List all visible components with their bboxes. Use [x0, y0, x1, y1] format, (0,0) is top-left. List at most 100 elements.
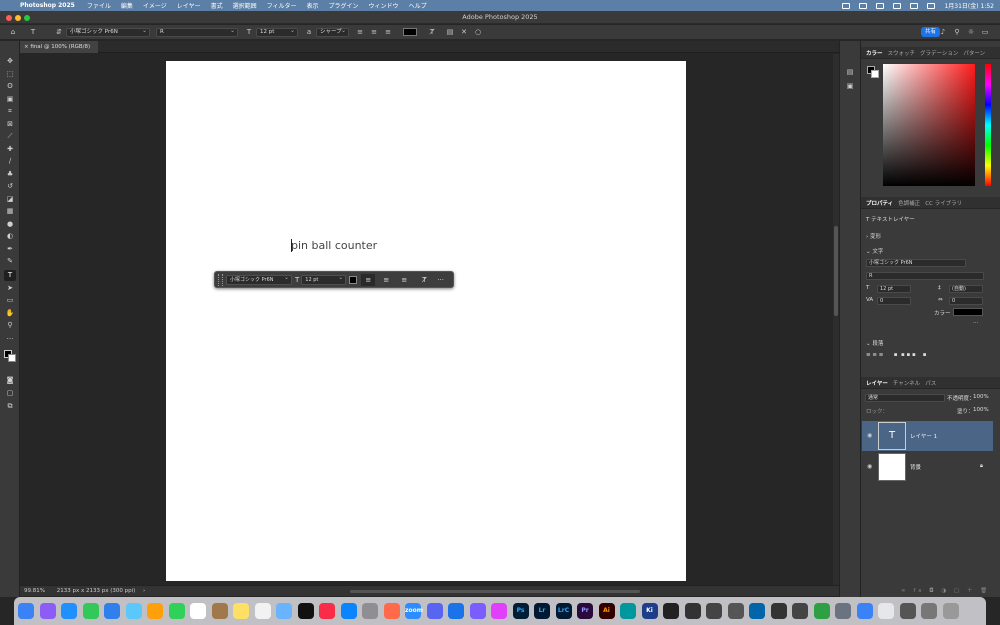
tab-properties[interactable]: プロパティ [866, 199, 893, 207]
terminal-icon[interactable] [663, 603, 679, 619]
notes-icon[interactable] [233, 603, 249, 619]
path-select-tool-icon[interactable]: ➤ [4, 283, 16, 294]
drag-handle[interactable] [218, 273, 223, 286]
quick-mask-icon[interactable]: ◙ [4, 375, 16, 386]
more-tools-icon[interactable]: ··· [4, 334, 16, 345]
brush-tool-icon[interactable]: ∕ [4, 156, 16, 167]
illustrator-icon[interactable]: Ai [598, 603, 615, 619]
pen-tool-icon[interactable]: ✒ [4, 244, 16, 255]
align-center-icon[interactable]: ≡ [369, 27, 379, 37]
properties-color-swatch[interactable] [953, 308, 983, 316]
home-icon[interactable]: ⌂ [8, 27, 18, 37]
more-character-options-icon[interactable]: ··· [973, 320, 978, 326]
lock-icon[interactable]: 🔒︎ [980, 463, 983, 470]
context-font-size-select[interactable]: 12 pt [301, 274, 347, 285]
font-size-select[interactable]: 12 pt [256, 27, 298, 37]
menu-view[interactable]: 表示 [307, 1, 319, 10]
facetime-icon[interactable] [168, 603, 185, 619]
history-panel-icon[interactable]: ▤ [844, 67, 856, 78]
app-icon[interactable] [813, 603, 830, 619]
tab-channels[interactable]: チャンネル [893, 379, 920, 387]
character-panel-icon[interactable]: ▤ [445, 27, 455, 37]
transform-section-header[interactable]: › 変形 [866, 232, 881, 240]
menu-select[interactable]: 選択範囲 [233, 1, 257, 10]
photoshop-icon[interactable]: Ps [512, 603, 529, 619]
frame-tool-icon[interactable]: ⊠ [4, 119, 16, 130]
cancel-icon[interactable]: ✕ [459, 27, 469, 37]
launchpad-icon[interactable] [39, 603, 56, 619]
menu-image[interactable]: イメージ [143, 1, 167, 10]
share-tool-icon[interactable]: ⧉ [4, 401, 16, 412]
warp-text-icon[interactable]: Ⱦ [427, 27, 437, 37]
menu-edit[interactable]: 編集 [121, 1, 133, 10]
gradient-tool-icon[interactable]: ▦ [4, 206, 16, 217]
fill-value[interactable]: 100% [973, 407, 989, 413]
screen-mode-icon[interactable]: ▢ [4, 388, 16, 399]
arduino-icon[interactable] [620, 603, 636, 619]
search-icon[interactable] [927, 2, 936, 9]
blur-tool-icon[interactable]: ● [4, 219, 16, 230]
app-icon[interactable] [448, 603, 464, 619]
properties-font-size-input[interactable]: 12 pt [877, 285, 911, 293]
rectangle-tool-icon[interactable]: ▭ [4, 295, 16, 306]
paragraph-align-icons[interactable]: ≡ ≡ ≡ ▪ ▪ ▪ ▪ ▪ [866, 352, 926, 358]
type-tool-icon[interactable]: T [4, 270, 16, 281]
app-icon[interactable] [835, 603, 851, 619]
downloads-folder-icon[interactable] [856, 603, 873, 619]
apple-tv-icon[interactable] [297, 603, 314, 619]
battery-icon[interactable] [893, 2, 902, 9]
document-canvas[interactable]: pin ball counter [166, 61, 686, 581]
clone-stamp-tool-icon[interactable]: ♣ [4, 169, 16, 180]
trash-icon[interactable] [942, 603, 959, 619]
wifi-icon[interactable] [910, 2, 919, 9]
crop-tool-icon[interactable]: ⌗ [4, 106, 16, 117]
marquee-tool-icon[interactable]: ⬚ [4, 69, 16, 80]
tab-gradients[interactable]: グラデーション [920, 49, 958, 57]
folder-icon[interactable] [921, 603, 937, 619]
font-family-select[interactable]: 小塚ゴシック Pr6N [66, 27, 150, 37]
app-icon[interactable] [792, 603, 808, 619]
menu-type[interactable]: 書式 [211, 1, 223, 10]
properties-leading-input[interactable]: (自動) [949, 285, 983, 293]
search-icon[interactable]: ⚲ [952, 27, 962, 37]
messages-icon[interactable] [82, 603, 99, 619]
background-color-swatch[interactable] [8, 354, 16, 362]
close-window-button[interactable] [6, 14, 12, 21]
status-arrow-icon[interactable]: › [143, 588, 145, 594]
healing-brush-tool-icon[interactable]: ✚ [4, 144, 16, 155]
move-tool-icon[interactable]: ✥ [4, 56, 16, 67]
lightbulb-icon[interactable]: ☼ [966, 27, 976, 37]
bell-icon[interactable]: ♪ [938, 27, 948, 37]
app-icon[interactable] [770, 603, 787, 619]
layer-row[interactable]: ◉ 背景 🔒︎ [862, 452, 993, 482]
document-tab[interactable]: × final @ 100% (RGB/8) [20, 41, 98, 53]
minimize-window-button[interactable] [15, 14, 21, 21]
text-tool-preset-icon[interactable]: T [28, 27, 38, 37]
tab-layers[interactable]: レイヤー [866, 379, 888, 387]
vscode-icon[interactable] [749, 603, 765, 619]
character-section-header[interactable]: ⌄ 文字 [866, 247, 883, 255]
tab-adjustments[interactable]: 色調補正 [898, 199, 920, 207]
layer-name[interactable]: レイヤー 1 [910, 432, 937, 440]
menu-filter[interactable]: フィルター [267, 1, 297, 10]
app-icon[interactable] [469, 603, 486, 619]
freeform-tool-icon[interactable]: ✎ [4, 256, 16, 267]
status-icon[interactable] [876, 2, 885, 9]
tab-paths[interactable]: パス [925, 379, 936, 387]
dodge-tool-icon[interactable]: ◐ [4, 231, 16, 242]
reminders-icon[interactable] [254, 603, 271, 619]
workspace-icon[interactable]: ▭ [980, 27, 990, 37]
app-icon[interactable] [491, 603, 507, 619]
text-color-swatch[interactable] [403, 28, 417, 36]
align-right-icon[interactable]: ≡ [383, 27, 393, 37]
align-left-icon[interactable]: ≡ [361, 273, 376, 286]
app-store-icon[interactable] [340, 603, 357, 619]
app-icon[interactable] [383, 603, 400, 619]
eyedropper-tool-icon[interactable]: ⟋ [4, 131, 16, 142]
horizontal-scrollbar-thumb[interactable] [350, 590, 640, 593]
layer-name[interactable]: 背景 [910, 463, 921, 471]
mail-icon[interactable] [104, 603, 120, 619]
hand-tool-icon[interactable]: ✋ [4, 308, 16, 319]
commit-icon[interactable]: ○ [473, 27, 483, 37]
folder-icon[interactable] [878, 603, 894, 619]
